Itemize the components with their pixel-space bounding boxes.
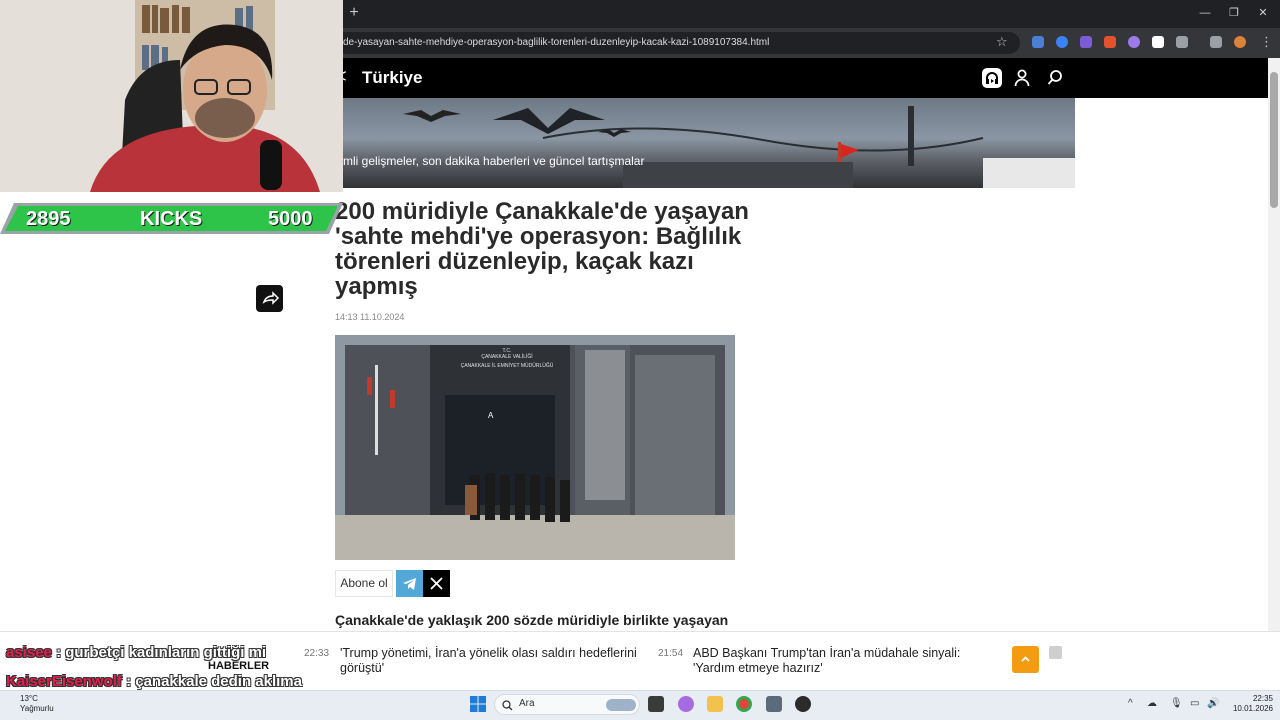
file-explorer-icon[interactable] xyxy=(707,696,723,712)
kicks-label: KICKS xyxy=(140,208,203,230)
clock-time: 22:35 xyxy=(1252,694,1273,703)
windows-taskbar xyxy=(0,690,1280,720)
extensions-puzzle-icon[interactable] xyxy=(1176,36,1188,48)
search-icon[interactable] xyxy=(1047,69,1063,87)
ticker-item[interactable]: 'Trump yönetimi, İran'a yönelik olası sa… xyxy=(340,646,640,676)
network-icon[interactable]: ☁ xyxy=(1147,698,1157,709)
kicks-goal: 5000 xyxy=(268,208,313,230)
site-name[interactable]: Türkiye xyxy=(362,68,422,88)
ticker-expand-button[interactable] xyxy=(1012,646,1039,673)
snipping-tool-icon[interactable] xyxy=(766,696,782,712)
maximize-button[interactable]: ❐ xyxy=(1223,4,1245,22)
obs-icon[interactable] xyxy=(795,696,811,712)
profile-avatar[interactable] xyxy=(1234,36,1246,48)
translate-extension-icon[interactable] xyxy=(1032,36,1044,48)
photo-sign-line-2: ÇANAKKALE VALİLİĞİ xyxy=(481,354,533,360)
telegram-icon xyxy=(403,578,416,590)
display-icon[interactable]: ▭ xyxy=(1190,698,1199,709)
weather-widget[interactable]: 13°C Yağmurlu xyxy=(20,694,54,714)
weather-desc: Yağmurlu xyxy=(20,704,54,713)
user-icon[interactable] xyxy=(1014,69,1030,87)
copilot-icon[interactable] xyxy=(678,696,694,712)
close-window-button[interactable]: ✕ xyxy=(1252,4,1274,22)
browser-menu-icon[interactable]: ⋮ xyxy=(1260,34,1273,50)
share-button[interactable] xyxy=(256,285,283,312)
task-view-icon[interactable] xyxy=(648,696,664,712)
new-tab-button[interactable]: + xyxy=(346,4,362,22)
d-extension-icon[interactable] xyxy=(1152,36,1164,48)
chat-text: : çanakkale dedin aklıma xyxy=(126,673,302,690)
x-share-button[interactable] xyxy=(423,570,450,597)
clock-date: 10.01.2026 xyxy=(1232,704,1273,713)
chat-message: asisee : gurbetçi kadınların gittiği mi xyxy=(6,644,266,661)
ticker-minimize-button[interactable] xyxy=(1049,646,1062,659)
ticker-time: 22:33 xyxy=(304,648,330,659)
chat-text: : gurbetçi kadınların gittiği mi xyxy=(56,644,267,661)
radio-headphones-icon[interactable] xyxy=(982,68,1002,88)
banner-subtitle: mli gelişmeler, son dakika haberleri ve … xyxy=(343,154,645,168)
chat-nick: KaiserEisenwolf xyxy=(6,673,122,690)
article-timestamp: 14:13 11.10.2024 xyxy=(335,312,405,322)
fox-extension-icon[interactable] xyxy=(1104,36,1116,48)
kicks-goal-bar: 2895 KICKS 5000 xyxy=(0,203,343,234)
audio-extension-icon[interactable] xyxy=(1056,36,1068,48)
taskbar-search-label: Ara xyxy=(519,698,535,709)
ai-extension-icon[interactable] xyxy=(1128,36,1140,48)
scrollbar-thumb[interactable] xyxy=(1270,72,1278,208)
chat-message: KaiserEisenwolf : çanakkale dedin aklıma xyxy=(6,673,302,690)
category-banner-image xyxy=(343,98,1075,188)
photo-sign-line-3: ÇANAKKALE İL EMNİYET MÜDÜRLÜĞÜ xyxy=(460,363,554,369)
volume-icon[interactable]: 🔊 xyxy=(1207,698,1219,709)
microphone-icon[interactable]: 🎙 xyxy=(1170,698,1183,709)
chevron-up-icon xyxy=(1021,656,1030,662)
weather-temp: 13°C xyxy=(20,694,38,703)
telegram-button[interactable] xyxy=(396,570,423,597)
article-headline: 200 müridiyle Çanakkale'de yaşayan 'saht… xyxy=(335,198,749,300)
share-icon xyxy=(262,291,280,305)
reading-list-icon[interactable] xyxy=(1210,36,1222,48)
article-photo: T.C. ÇANAKKALE VALİLİĞİ ÇANAKKALE İL EMN… xyxy=(335,335,735,560)
webcam-overlay xyxy=(0,0,343,192)
ticker-item[interactable]: ABD Başkanı Trump'tan İran'a müdahale si… xyxy=(693,646,998,676)
taskbar-search-icon xyxy=(502,698,513,716)
photo-door-letter: A xyxy=(488,411,494,420)
tray-overflow-icon[interactable]: ^ xyxy=(1128,698,1133,709)
chrome-icon[interactable] xyxy=(736,696,752,712)
taskbar-clock[interactable]: 22:35 10.01.2026 xyxy=(1225,694,1273,714)
chat-nick: asisee xyxy=(6,644,52,661)
x-icon xyxy=(430,577,443,590)
search-highlight-icon[interactable] xyxy=(606,699,636,711)
kicks-current: 2895 xyxy=(26,208,71,230)
bookmark-star-icon[interactable]: ☆ xyxy=(996,34,1008,50)
url-text[interactable]: de-yasayan-sahte-mehdiye-operasyon-bagli… xyxy=(343,36,983,50)
shield-extension-icon[interactable] xyxy=(1080,36,1092,48)
site-header xyxy=(335,58,1268,98)
ticker-brand-line-2: HABERLER xyxy=(208,660,270,672)
minimize-button[interactable]: — xyxy=(1194,4,1216,22)
ticker-time: 21:54 xyxy=(658,648,684,659)
windows-start-icon[interactable] xyxy=(470,696,486,712)
subscribe-button[interactable]: Abone ol xyxy=(335,570,393,597)
